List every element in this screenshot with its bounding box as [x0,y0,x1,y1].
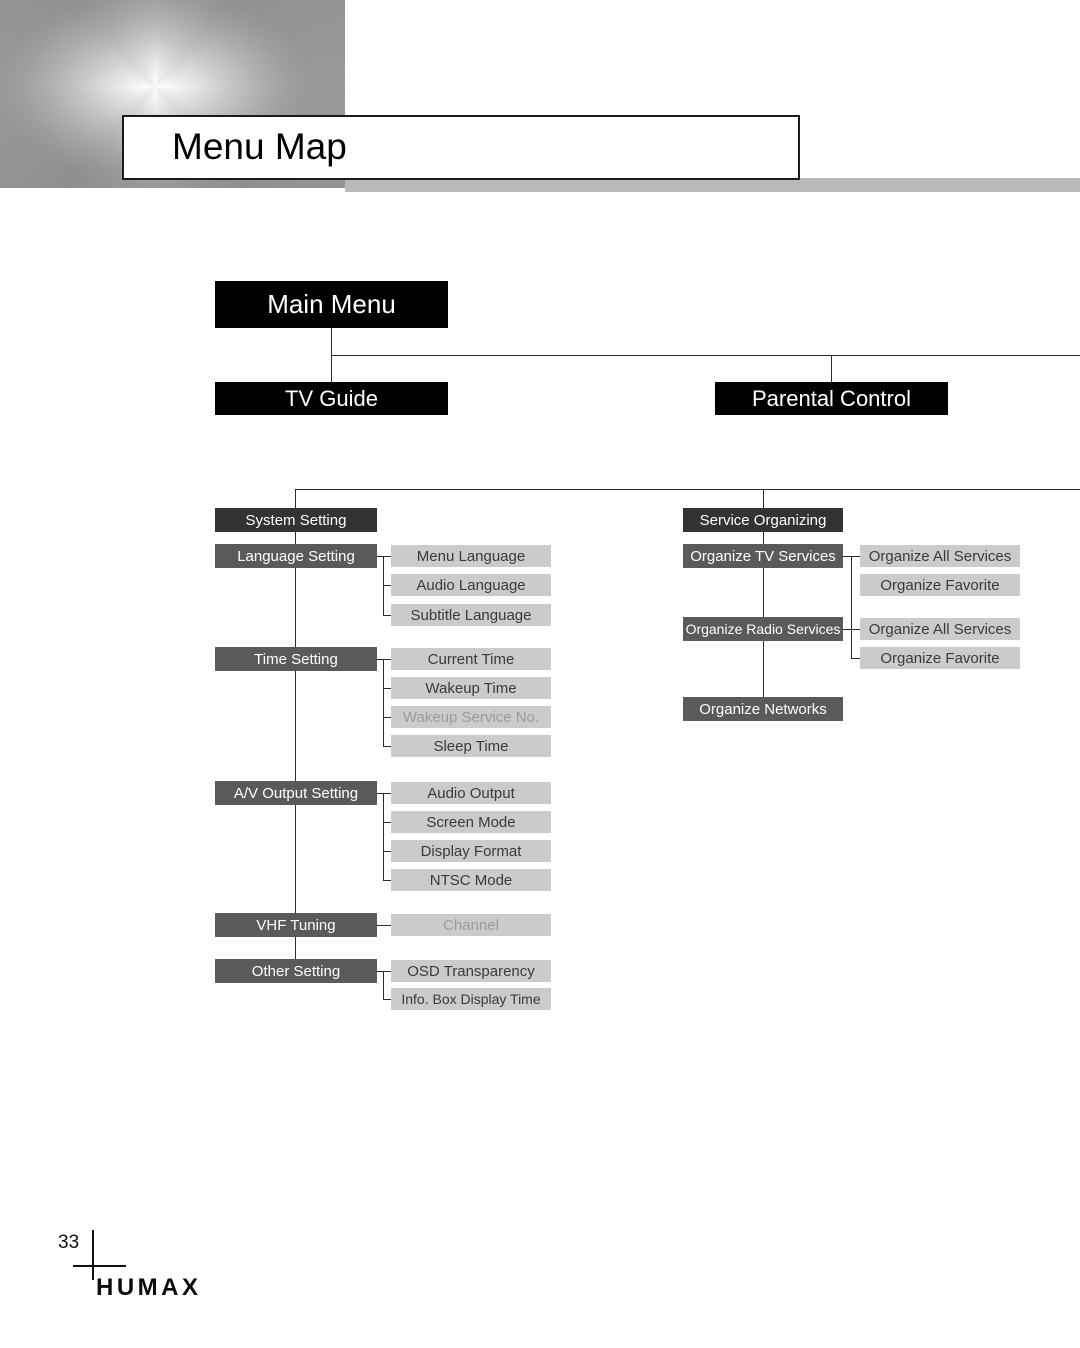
node-audio-language[interactable]: Audio Language [391,574,551,596]
node-organize-networks[interactable]: Organize Networks [683,697,843,721]
node-ntsc-mode[interactable]: NTSC Mode [391,869,551,891]
connector-leaf-audio-output [383,793,391,794]
connector-leaf-display-format [383,851,391,852]
node-label: VHF Tuning [256,916,336,934]
connector-root-stem [331,328,332,356]
node-label: Current Time [427,650,515,668]
node-osd-transparency[interactable]: OSD Transparency [391,960,551,982]
node-organize-tv-services[interactable]: Organize TV Services [683,544,843,568]
footer-crosshair-horizontal [73,1265,126,1267]
connector-leaf-tv-all-services [851,556,860,557]
node-label: Other Setting [251,962,341,980]
node-sleep-time[interactable]: Sleep Time [391,735,551,757]
node-organize-radio-services[interactable]: Organize Radio Services [683,617,843,641]
node-label: Wakeup Service No. [402,708,540,726]
node-channel[interactable]: Channel [391,914,551,936]
connector-leaf-sleep-time [383,746,391,747]
node-other-setting[interactable]: Other Setting [215,959,377,983]
connector-leaf-osd-transparency [383,971,391,972]
connector-leaf-wakeup-time [383,688,391,689]
node-display-format[interactable]: Display Format [391,840,551,862]
node-screen-mode[interactable]: Screen Mode [391,811,551,833]
node-label: Organize All Services [868,547,1012,565]
node-vhf-tuning[interactable]: VHF Tuning [215,913,377,937]
connector-leaf-info-box-display-time [383,999,391,1000]
node-subtitle-language[interactable]: Subtitle Language [391,604,551,626]
node-label: NTSC Mode [429,871,513,889]
connector-leaf-radio-all-services [851,629,860,630]
node-radio-organize-favorite[interactable]: Organize Favorite [860,647,1020,669]
node-label: Info. Box Display Time [401,991,541,1007]
node-main-menu[interactable]: Main Menu [215,281,448,328]
connector-trunk-time-setting [383,659,384,747]
connector-leaf-radio-favorite [851,658,860,659]
node-label: Channel [443,916,499,934]
node-av-output-setting[interactable]: A/V Output Setting [215,781,377,805]
node-service-organizing[interactable]: Service Organizing [683,508,843,532]
node-tv-organize-all-services[interactable]: Organize All Services [860,545,1020,567]
node-tv-organize-favorite[interactable]: Organize Favorite [860,574,1020,596]
connector-leaf-screen-mode [383,822,391,823]
connector-drop-parental-control [831,355,832,383]
node-label: Service Organizing [699,511,827,529]
connector-bus-level2 [295,489,1080,490]
node-label: Subtitle Language [410,606,532,624]
connector-drop-service-organizing [763,489,764,509]
node-audio-output[interactable]: Audio Output [391,782,551,804]
node-label: Organize Favorite [880,649,1000,667]
node-label: Main Menu [267,289,396,319]
node-label: Screen Mode [426,813,516,831]
humax-logo: HUMAX [96,1274,202,1301]
connector-stub-vhf-tuning [377,925,391,926]
node-label: Display Format [420,842,522,860]
node-wakeup-service-no[interactable]: Wakeup Service No. [391,706,551,728]
connector-trunk-other-setting [383,971,384,1000]
connector-trunk-organize-radio-services [851,629,852,659]
node-label: Audio Language [416,576,526,594]
node-label: Organize TV Services [690,547,836,565]
connector-trunk-av-output-setting [383,793,384,881]
node-label: A/V Output Setting [233,784,359,802]
menu-map-diagram: Main Menu TV Guide Parental Control Syst… [0,0,1080,1348]
node-label: System Setting [245,511,347,529]
connector-bus-level1 [331,355,1080,356]
connector-leaf-ntsc-mode [383,880,391,881]
node-time-setting[interactable]: Time Setting [215,647,377,671]
node-language-setting[interactable]: Language Setting [215,544,377,568]
node-label: Organize All Services [868,620,1012,638]
node-label: Time Setting [254,650,338,668]
footer-crosshair-vertical [92,1230,94,1280]
node-system-setting[interactable]: System Setting [215,508,377,532]
connector-trunk-left-column [295,532,296,972]
node-label: Organize Favorite [880,576,1000,594]
node-label: Organize Radio Services [685,621,841,637]
page-number: 33 [58,1232,80,1253]
connector-drop-system-setting [295,489,296,509]
node-label: Language Setting [237,547,355,565]
node-label: OSD Transparency [407,962,535,980]
node-current-time[interactable]: Current Time [391,648,551,670]
connector-leaf-wakeup-service-no [383,717,391,718]
node-label: Organize Networks [699,700,827,718]
connector-drop-tv-guide [331,355,332,383]
node-menu-language[interactable]: Menu Language [391,545,551,567]
node-label: Wakeup Time [425,679,517,697]
node-parental-control[interactable]: Parental Control [715,382,948,415]
node-wakeup-time[interactable]: Wakeup Time [391,677,551,699]
connector-leaf-current-time [383,659,391,660]
node-tv-guide[interactable]: TV Guide [215,382,448,415]
node-label: Menu Language [416,547,526,565]
node-label: Sleep Time [433,737,509,755]
node-info-box-display-time[interactable]: Info. Box Display Time [391,988,551,1010]
node-label: TV Guide [285,385,378,411]
connector-leaf-audio-language [383,585,391,586]
connector-leaf-menu-language [383,556,391,557]
node-radio-organize-all-services[interactable]: Organize All Services [860,618,1020,640]
node-label: Parental Control [752,385,911,411]
connector-leaf-subtitle-language [383,615,391,616]
node-label: Audio Output [427,784,515,802]
